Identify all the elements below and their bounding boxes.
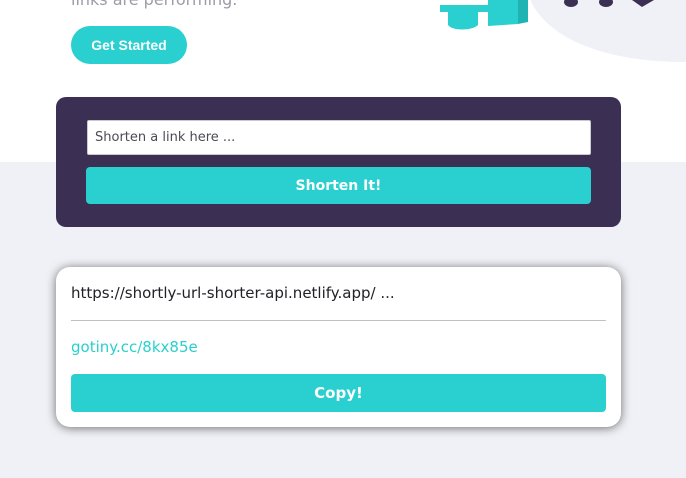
shortened-link-card: https://shortly-url-shorter-api.netlify.… bbox=[56, 267, 621, 427]
person-working-illustration-icon bbox=[440, 0, 686, 62]
shorten-it-button[interactable]: Shorten It! bbox=[86, 167, 591, 204]
link-input[interactable] bbox=[87, 120, 591, 155]
copy-button[interactable]: Copy! bbox=[71, 374, 606, 412]
hero-description: links are performing. bbox=[71, 0, 237, 9]
original-url-text: https://shortly-url-shorter-api.netlify.… bbox=[71, 284, 395, 302]
short-url-link[interactable]: gotiny.cc/8kx85e bbox=[71, 338, 198, 356]
get-started-button[interactable]: Get Started bbox=[71, 26, 187, 64]
card-divider bbox=[71, 320, 606, 321]
shorten-form-panel: Shorten It! bbox=[56, 97, 621, 227]
